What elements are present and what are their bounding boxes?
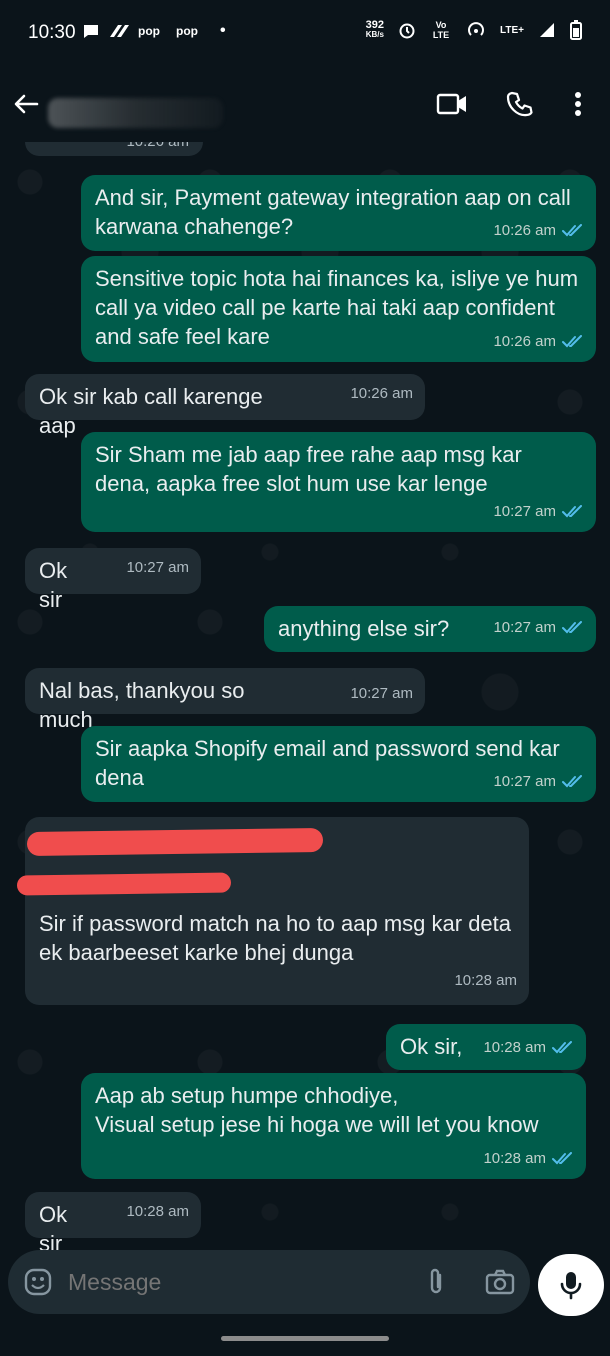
system-icons: 392 KB/s Vo LTE LTE+: [366, 20, 582, 40]
video-call-button[interactable]: [434, 86, 470, 122]
message-text: Sir if password match na ho to aap msg k…: [39, 911, 512, 965]
message-bubble[interactable]: And sir, Payment gateway integration aap…: [81, 175, 596, 251]
message-bubble[interactable]: Sir aapka Shopify email and password sen…: [81, 726, 596, 802]
chat-bubble-icon: [84, 25, 98, 38]
emoji-button[interactable]: [22, 1266, 54, 1298]
read-ticks-icon: [562, 774, 582, 787]
mic-icon: [560, 1272, 582, 1300]
message-time: 10:26 am: [493, 333, 556, 350]
volte-icon: Vo LTE: [432, 20, 450, 40]
message-bubble[interactable]: Sensitive topic hota hai finances ka, is…: [81, 256, 596, 362]
status-bar: 10:30 pop pop • 392 KB/s Vo LTE LTE+: [0, 0, 610, 68]
voice-call-button[interactable]: [502, 86, 538, 122]
more-options-button[interactable]: [560, 86, 596, 122]
message-time: 10:27 am: [493, 503, 556, 520]
message-bubble[interactable]: Nal bas, thankyou so much 10:27 am: [25, 668, 425, 732]
message-list[interactable]: 10:26 am And sir, Payment gateway integr…: [0, 142, 610, 1250]
redaction-mark: [38, 874, 230, 894]
message-time: 10:27 am: [350, 685, 413, 702]
message-time: 10:28 am: [483, 1150, 546, 1167]
more-vert-icon: [575, 92, 581, 116]
read-ticks-icon: [562, 334, 582, 347]
camera-button[interactable]: [484, 1266, 516, 1298]
emoji-icon: [24, 1268, 52, 1296]
message-time: 10:28 am: [454, 972, 517, 989]
message-text: Ok sir: [39, 558, 68, 612]
read-ticks-icon: [552, 1151, 572, 1164]
app-pop-2: pop: [176, 24, 198, 38]
message-time: 10:28 am: [126, 1203, 189, 1220]
message-time: 10:27 am: [126, 559, 189, 576]
battery-icon: [570, 20, 582, 40]
message-bubble[interactable]: anything else sir? 10:27 am: [264, 606, 596, 652]
message-time: 10:26 am: [350, 385, 413, 402]
message-bubble[interactable]: Sir Sham me jab aap free rahe aap msg ka…: [81, 432, 596, 532]
notification-icons: pop pop •: [82, 22, 226, 40]
attach-icon: [430, 1268, 442, 1294]
gesture-nav-bar[interactable]: [221, 1336, 389, 1341]
attach-button[interactable]: [420, 1266, 452, 1298]
message-bubble[interactable]: Aap ab setup humpe chhodiye, Visual setu…: [81, 1073, 586, 1179]
video-call-icon: [436, 93, 466, 115]
network-speed: 392 KB/s: [365, 19, 385, 40]
back-button[interactable]: [8, 86, 44, 122]
notification-dot-icon: •: [220, 22, 226, 39]
back-arrow-icon: [14, 94, 39, 114]
message-input[interactable]: [68, 1264, 398, 1300]
camera-icon: [485, 1269, 515, 1295]
read-ticks-icon: [562, 504, 582, 517]
alarm-icon: [399, 23, 415, 39]
message-bubble[interactable]: Ok sir kab call karenge aap 10:26 am: [25, 374, 425, 438]
message-bubble[interactable]: Ok sir, 10:28 am: [386, 1024, 586, 1070]
hotspot-icon: [468, 22, 484, 36]
message-bubble[interactable]: Ok sir 10:28 am: [25, 1192, 201, 1250]
phone-icon: [506, 91, 533, 117]
message-bubble-partial[interactable]: 10:26 am: [25, 142, 203, 156]
app-logo-icon: [110, 25, 129, 37]
status-time: 10:30: [28, 22, 76, 43]
message-bubble-with-quote[interactable]: Sir if password match na ho to aap msg k…: [16, 817, 529, 1005]
message-text: Ok sir: [39, 1202, 68, 1250]
redaction-mark: [26, 827, 324, 857]
voice-record-button[interactable]: [538, 1254, 604, 1316]
message-composer: [8, 1250, 530, 1314]
message-text: Sir Sham me jab aap free rahe aap msg ka…: [95, 442, 522, 496]
message-time: 10:27 am: [493, 773, 556, 790]
lte-label: LTE+: [500, 24, 524, 36]
contact-name[interactable]: [48, 98, 223, 128]
message-text: Aap ab setup humpe chhodiye, Visual setu…: [95, 1083, 539, 1137]
signal-icon: [540, 23, 554, 37]
chat-header: [0, 68, 610, 142]
message-bubble[interactable]: Ok sir 10:27 am: [25, 548, 201, 612]
message-time: 10:26 am: [493, 222, 556, 239]
message-time: 10:28 am: [483, 1039, 546, 1056]
read-ticks-icon: [562, 620, 582, 633]
read-ticks-icon: [552, 1040, 572, 1053]
app-pop-1: pop: [138, 24, 160, 38]
message-time: 10:26 am: [126, 142, 189, 156]
read-ticks-icon: [562, 223, 582, 236]
message-time: 10:27 am: [493, 619, 556, 636]
